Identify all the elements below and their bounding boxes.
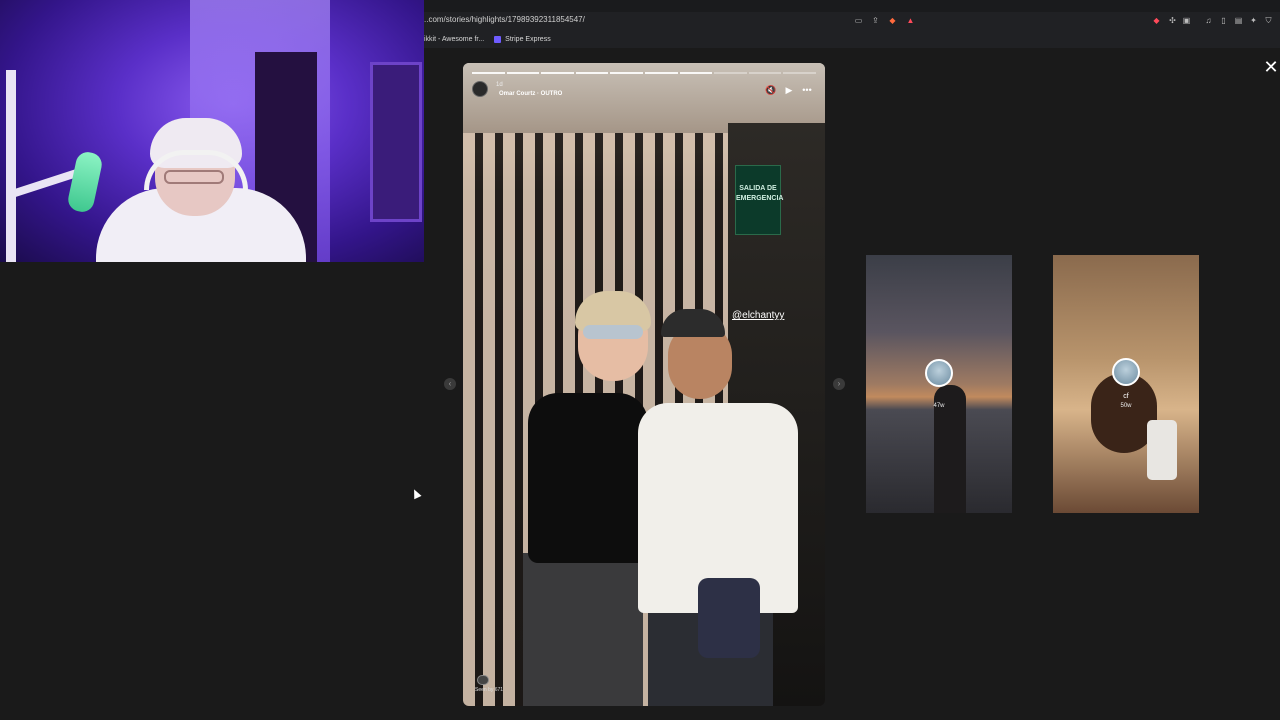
story-progress-bar bbox=[472, 72, 816, 74]
cast-icon[interactable]: ▭ bbox=[854, 16, 863, 25]
progress-segment bbox=[541, 72, 574, 74]
rewards-icon[interactable]: ▲ bbox=[906, 16, 915, 25]
bookmark-item[interactable]: ikkit - Awesome fr... bbox=[424, 36, 484, 43]
progress-segment bbox=[679, 72, 713, 74]
progress-segment bbox=[748, 72, 782, 74]
story-audio-label[interactable]: Omar Courtz · OUTRO bbox=[499, 91, 562, 97]
extensions-icon[interactable]: ▣ bbox=[1182, 16, 1191, 25]
webcam-overlay bbox=[0, 0, 424, 262]
progress-segment bbox=[610, 72, 643, 74]
seen-by-avatars[interactable] bbox=[477, 675, 489, 685]
thumbnail-name: cf bbox=[1123, 393, 1129, 400]
share-icon[interactable]: ⇪ bbox=[871, 16, 880, 25]
thumbnail-phone bbox=[1147, 420, 1177, 480]
seen-by-label[interactable]: Seen by 671 bbox=[475, 687, 503, 693]
media-icon[interactable]: ♫ bbox=[1204, 16, 1213, 25]
sidebar-icon[interactable]: ▯ bbox=[1219, 16, 1228, 25]
close-icon[interactable]: ✕ bbox=[1262, 58, 1280, 76]
brave-shield-icon[interactable]: ◆ bbox=[888, 16, 897, 25]
bookmarks-bar: ikkit - Awesome fr... Stripe Express bbox=[424, 33, 551, 45]
puzzle-icon[interactable]: ✣ bbox=[1168, 16, 1177, 25]
story-timestamp: 1d bbox=[496, 82, 503, 88]
address-bar[interactable]: ..com/stories/highlights/179893923118545… bbox=[424, 13, 1280, 29]
exit-sign: SALIDA DE EMERGENCIA bbox=[735, 165, 783, 235]
story-header: 1d Omar Courtz · OUTRO 🔇 ▶ ••• bbox=[472, 80, 816, 102]
mouse-cursor-icon bbox=[410, 487, 422, 500]
more-options-icon[interactable]: ••• bbox=[801, 84, 813, 96]
mic-stand bbox=[6, 70, 16, 262]
wallet-icon[interactable]: ▤ bbox=[1234, 16, 1243, 25]
person2-bag bbox=[698, 578, 760, 658]
extension-icon[interactable]: ◆ bbox=[1152, 16, 1161, 25]
mention-sticker[interactable]: @elchantyy bbox=[732, 310, 784, 321]
progress-segment bbox=[714, 72, 747, 74]
bookmark-label: ikkit - Awesome fr... bbox=[424, 35, 485, 43]
stripe-icon bbox=[494, 35, 502, 43]
screen: ..com/stories/highlights/179893923118545… bbox=[0, 0, 1280, 720]
next-story-thumbnail[interactable]: 47w bbox=[866, 255, 1012, 513]
url-text[interactable]: ..com/stories/highlights/179893923118545… bbox=[424, 15, 585, 24]
bookmark-item[interactable]: Stripe Express bbox=[494, 35, 551, 43]
progress-segment bbox=[506, 72, 540, 74]
next-story-thumbnail[interactable]: cf 50w bbox=[1053, 255, 1199, 513]
thumbnail-time: 47w bbox=[933, 403, 945, 409]
progress-segment bbox=[644, 72, 678, 74]
streamer-glasses bbox=[164, 170, 224, 184]
story-avatar[interactable] bbox=[472, 81, 488, 97]
progress-segment bbox=[472, 72, 505, 74]
person1-sunglasses bbox=[583, 325, 643, 339]
mute-icon[interactable]: 🔇 bbox=[765, 84, 777, 96]
microphone bbox=[66, 149, 104, 215]
play-icon[interactable]: ▶ bbox=[783, 84, 795, 96]
vpn-icon[interactable]: ⛉ bbox=[1264, 16, 1273, 25]
progress-segment bbox=[783, 72, 816, 74]
background-frame bbox=[370, 62, 422, 222]
bookmark-label: Stripe Express bbox=[505, 35, 551, 43]
story-viewer: ✕ SALIDA DE EMERGENCIA 1d Omar Courtz · … bbox=[424, 48, 1280, 720]
leo-icon[interactable]: ✦ bbox=[1249, 16, 1258, 25]
next-story-arrow-icon[interactable]: › bbox=[833, 378, 845, 390]
browser-chrome: ..com/stories/highlights/179893923118545… bbox=[424, 0, 1280, 48]
previous-story-arrow-icon[interactable]: ‹ bbox=[444, 378, 456, 390]
thumbnail-avatar bbox=[1112, 358, 1140, 386]
person1-body bbox=[528, 393, 648, 563]
thumbnail-avatar bbox=[925, 359, 953, 387]
person2-cap bbox=[661, 309, 725, 337]
progress-segment bbox=[575, 72, 609, 74]
person1-legs bbox=[523, 553, 643, 706]
story-card[interactable]: SALIDA DE EMERGENCIA 1d Omar Courtz · OU… bbox=[463, 63, 825, 706]
thumbnail-time: 50w bbox=[1120, 403, 1132, 409]
tab-strip bbox=[424, 0, 1280, 12]
